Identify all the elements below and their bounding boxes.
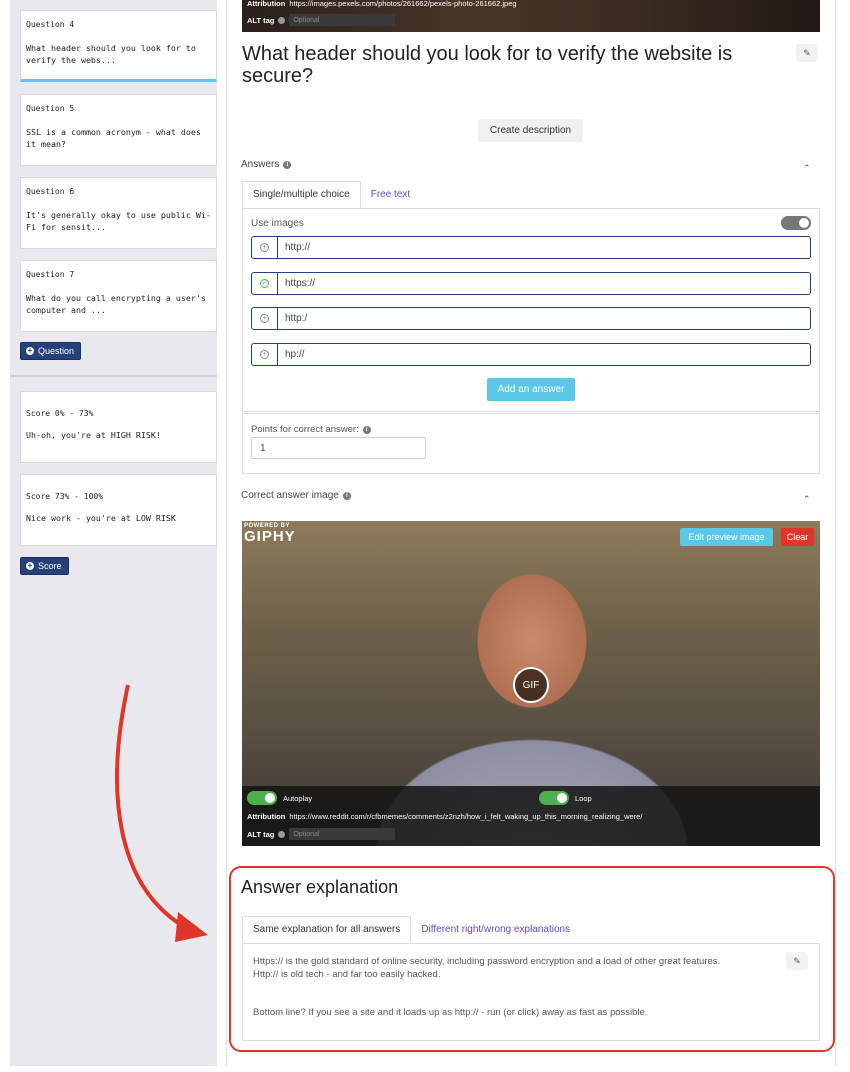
- app-root: Question 4 What header should you look f…: [0, 0, 850, 1072]
- red-arrow-icon: [115, 684, 208, 942]
